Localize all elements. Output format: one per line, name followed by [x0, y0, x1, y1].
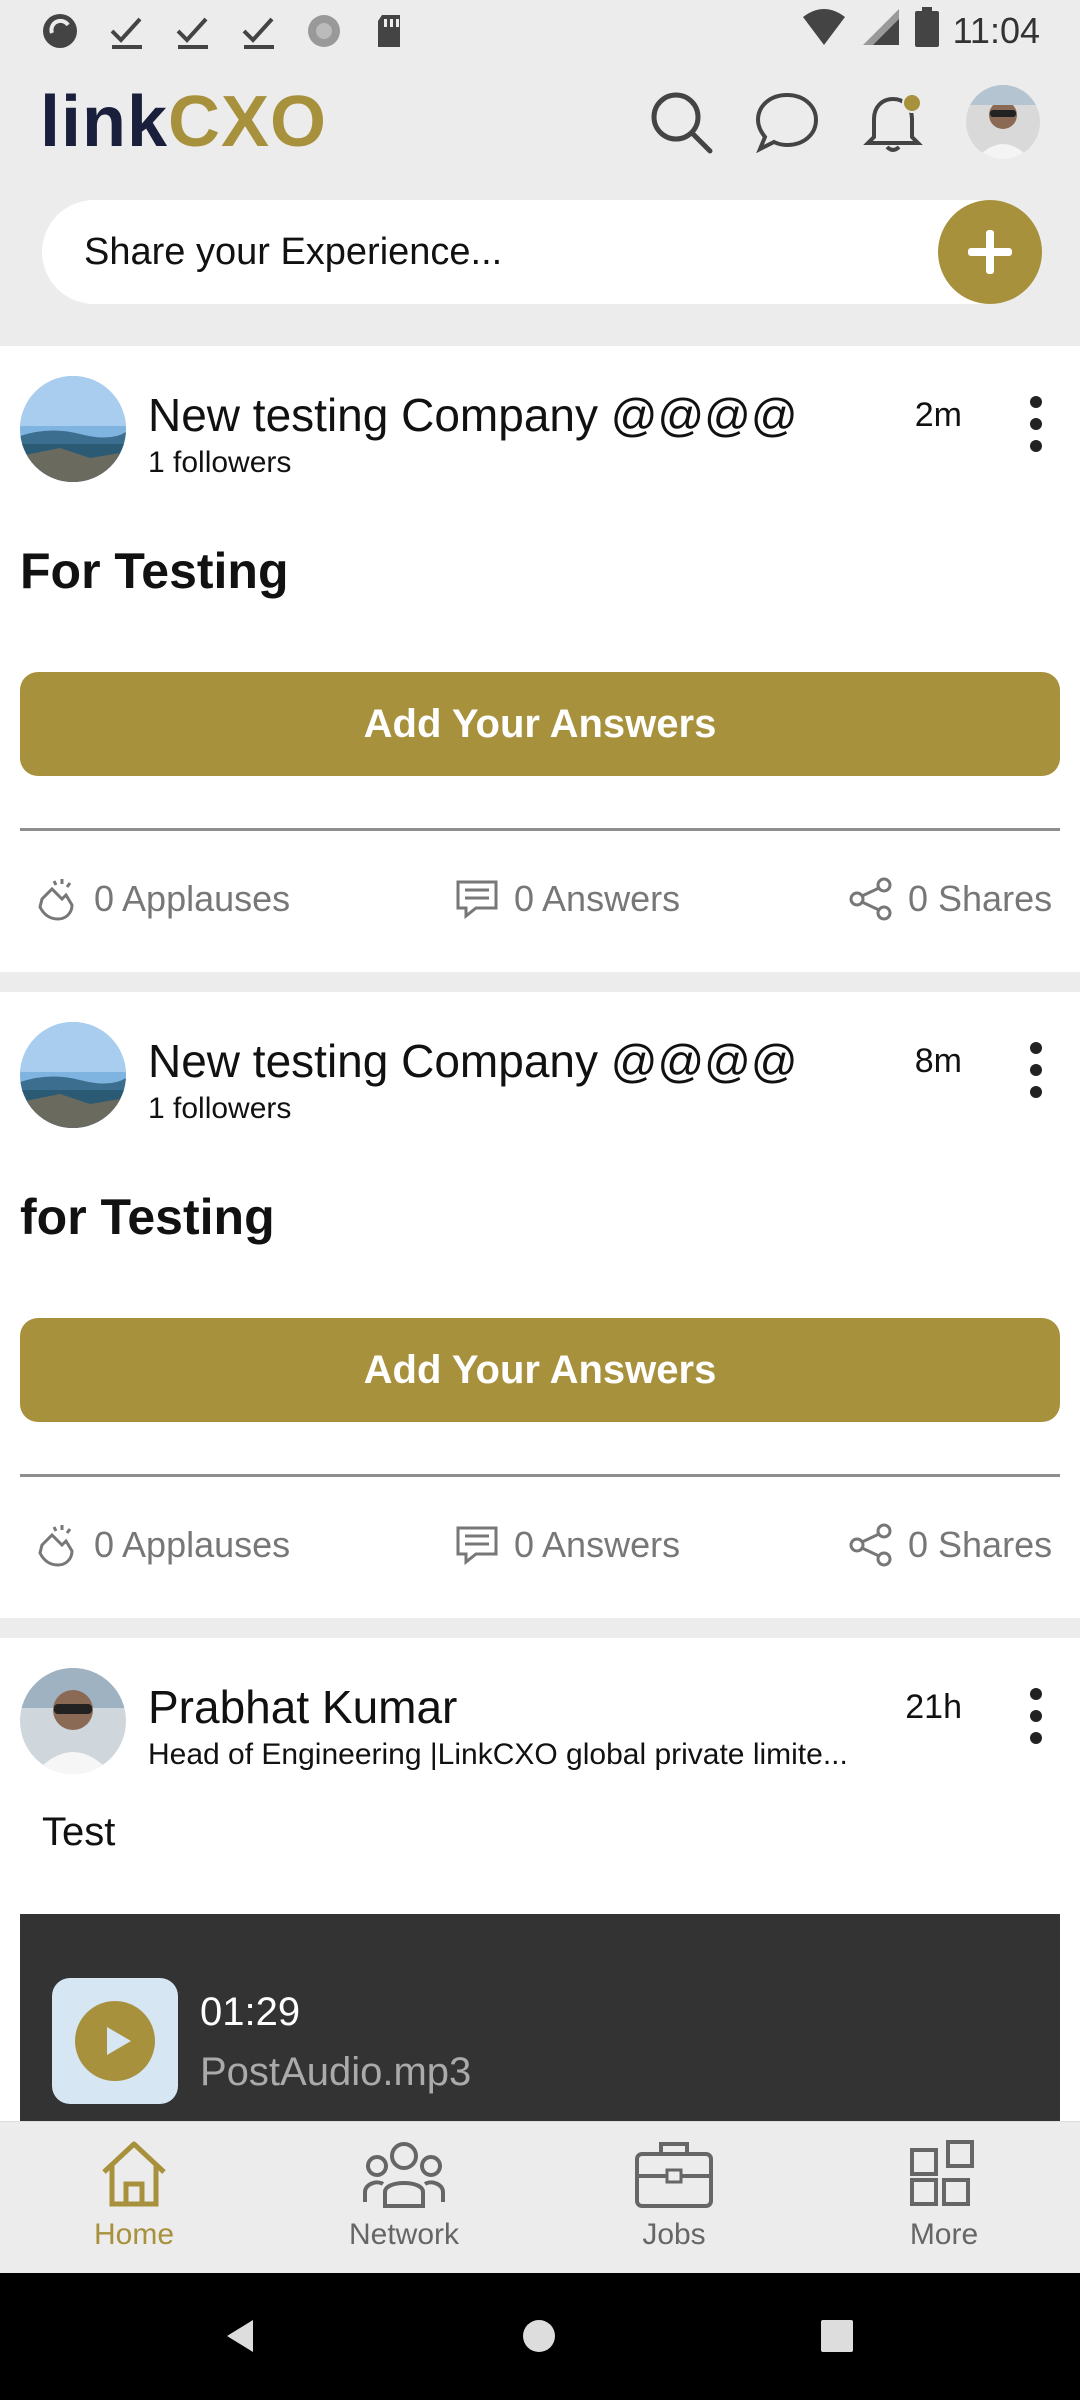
applause-icon — [38, 879, 74, 921]
post-author[interactable]: Prabhat Kumar — [148, 1680, 457, 1734]
nav-more[interactable]: More — [844, 2136, 1044, 2252]
post-author[interactable]: New testing Company @@@@ — [148, 388, 798, 442]
linkcxo-logo[interactable]: link CXO — [40, 81, 327, 163]
grid-icon — [910, 2140, 974, 2206]
audio-duration: 01:29 — [200, 1990, 301, 2034]
system-navigation-bar — [0, 2273, 1080, 2400]
follower-count: 1 followers — [148, 446, 292, 479]
more-options-icon[interactable] — [1026, 1042, 1046, 1098]
answers-button[interactable]: 0 Answers — [454, 1510, 680, 1580]
audio-attachment[interactable]: 01:29 PostAudio.mp3 — [20, 1914, 1060, 2121]
post-card: Prabhat Kumar Head of Engineering |LinkC… — [0, 1638, 1080, 2121]
divider — [20, 828, 1060, 831]
divider — [20, 1474, 1060, 1477]
more-options-icon[interactable] — [1026, 396, 1046, 452]
back-icon[interactable] — [216, 2311, 266, 2361]
applause-button[interactable]: 0 Applauses — [32, 864, 290, 934]
audio-play-button[interactable] — [52, 1978, 178, 2104]
sync-icon — [304, 11, 344, 51]
nav-jobs[interactable]: Jobs — [574, 2136, 774, 2252]
battery-icon — [914, 6, 939, 56]
home-icon — [102, 2141, 166, 2207]
search-icon[interactable] — [648, 89, 714, 155]
clock: 11:04 — [952, 10, 1040, 51]
follower-count: 1 followers — [148, 1092, 292, 1125]
company-avatar[interactable] — [20, 376, 126, 482]
play-icon — [75, 2001, 155, 2081]
post-text: Test — [42, 1810, 116, 1854]
app-notification-icon — [40, 11, 80, 51]
profile-avatar[interactable] — [966, 85, 1040, 159]
create-post-button[interactable] — [938, 200, 1042, 304]
post-time: 2m — [914, 396, 962, 434]
more-options-icon[interactable] — [1026, 1688, 1046, 1744]
share-icon — [849, 877, 892, 921]
sd-card-icon — [370, 11, 410, 51]
applause-icon — [38, 1525, 74, 1567]
share-experience-input[interactable]: Share your Experience... — [42, 200, 1042, 304]
post-title: for Testing — [20, 1189, 275, 1245]
notification-bell-icon[interactable] — [860, 89, 926, 155]
post-card: New testing Company @@@@ 1 followers 2m … — [0, 346, 1080, 972]
home-button-icon[interactable] — [514, 2311, 564, 2361]
status-bar: 11:04 — [0, 0, 1080, 62]
plus-icon — [968, 230, 1012, 274]
post-author[interactable]: New testing Company @@@@ — [148, 1034, 798, 1088]
post-time: 21h — [905, 1688, 962, 1726]
user-avatar[interactable] — [20, 1668, 126, 1774]
add-answers-button[interactable]: Add Your Answers — [20, 1318, 1060, 1422]
post-stats: 0 Applauses 0 Answers 0 Shares — [0, 864, 1080, 934]
signal-icon — [861, 7, 901, 56]
add-answers-button[interactable]: Add Your Answers — [20, 672, 1060, 776]
post-time: 8m — [914, 1042, 962, 1080]
nav-home[interactable]: Home — [34, 2136, 234, 2252]
nav-network[interactable]: Network — [304, 2136, 504, 2252]
post-stats: 0 Applauses 0 Answers 0 Shares — [0, 1510, 1080, 1580]
post-title: For Testing — [20, 543, 289, 599]
answers-button[interactable]: 0 Answers — [454, 864, 680, 934]
download-done-icon — [172, 11, 212, 51]
share-button[interactable]: 0 Shares — [848, 864, 1052, 934]
bottom-navigation: Home Network Jobs More — [0, 2121, 1080, 2273]
briefcase-icon — [635, 2142, 713, 2208]
post-card: New testing Company @@@@ 1 followers 8m … — [0, 992, 1080, 1618]
share-placeholder: Share your Experience... — [84, 230, 503, 273]
applause-button[interactable]: 0 Applauses — [32, 1510, 290, 1580]
company-avatar[interactable] — [20, 1022, 126, 1128]
share-icon — [849, 1523, 892, 1567]
download-done-icon — [106, 11, 146, 51]
author-headline: Head of Engineering |LinkCXO global priv… — [148, 1738, 848, 1771]
audio-filename: PostAudio.mp3 — [200, 2050, 472, 2094]
comment-icon — [456, 880, 498, 920]
app-header: link CXO — [0, 62, 1080, 182]
recents-icon[interactable] — [812, 2311, 862, 2361]
network-icon — [363, 2142, 445, 2208]
share-button[interactable]: 0 Shares — [848, 1510, 1052, 1580]
wifi-icon — [801, 7, 847, 56]
download-done-icon — [238, 11, 278, 51]
comment-icon — [456, 1526, 498, 1566]
chat-icon[interactable] — [754, 89, 820, 155]
